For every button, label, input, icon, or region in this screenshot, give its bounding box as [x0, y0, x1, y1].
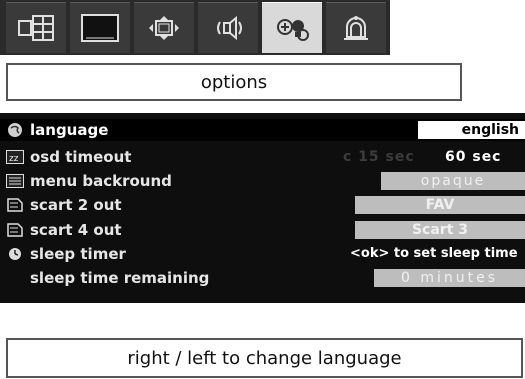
install-icon: [341, 13, 371, 43]
options-menu: language english zz osd timeout c 15 sec…: [0, 113, 525, 303]
globe-icon: [6, 121, 24, 139]
sleep-time-remaining-value: 0 minutes: [374, 269, 525, 287]
layout-icon: [18, 15, 54, 41]
osd-timeout-prev-value: c 15 sec: [343, 149, 415, 165]
screen-icon: [80, 13, 120, 43]
scart-2-out-value[interactable]: FAV: [355, 196, 525, 214]
osd-timeout-value[interactable]: 60 sec: [445, 148, 525, 166]
menu-item-language[interactable]: language english: [0, 119, 525, 141]
menu-item-sleep-timer[interactable]: sleep timer <ok> to set sleep time: [0, 243, 525, 265]
menu-item-label: sleep time remaining: [30, 269, 210, 287]
svg-text:zz: zz: [9, 154, 19, 164]
scart-4-out-value[interactable]: Scart 3: [355, 221, 525, 239]
options-icon: [273, 14, 311, 42]
tab-picture-adjust[interactable]: [134, 2, 194, 53]
help-hint: right / left to change language: [127, 347, 402, 369]
menu-item-label: language: [30, 121, 109, 139]
sound-icon: [212, 14, 244, 42]
tab-screen[interactable]: [70, 2, 130, 53]
tab-layout[interactable]: [6, 2, 66, 53]
scart-connector-icon: [6, 221, 24, 239]
menu-background-value[interactable]: opaque: [381, 172, 525, 190]
tab-options[interactable]: [262, 2, 322, 53]
page-title: options: [200, 71, 268, 93]
menu-item-label: osd timeout: [30, 148, 132, 166]
tab-install[interactable]: [326, 2, 386, 53]
menu-item-osd-timeout[interactable]: zz osd timeout c 15 sec 60 sec: [0, 146, 525, 168]
menu-item-label: menu backround: [30, 172, 172, 190]
menu-item-menu-background[interactable]: menu backround opaque: [0, 170, 525, 192]
clock-icon: [6, 245, 24, 263]
picture-adjust-icon: [147, 15, 181, 41]
menu-background-icon: [6, 172, 24, 190]
scart-connector-icon: [6, 196, 24, 214]
menu-item-label: sleep timer: [30, 245, 126, 263]
language-value[interactable]: english: [418, 121, 525, 139]
menu-item-scart-4-out[interactable]: scart 4 out Scart 3: [0, 219, 525, 241]
menu-item-scart-2-out[interactable]: scart 2 out FAV: [0, 194, 525, 216]
zz-timeout-icon: zz: [6, 148, 24, 166]
tab-bar: [0, 0, 525, 55]
tab-sound[interactable]: [198, 2, 258, 53]
sleep-timer-value[interactable]: <ok> to set sleep time: [350, 245, 525, 263]
menu-item-sleep-time-remaining: sleep time remaining 0 minutes: [0, 267, 525, 289]
help-hint-box: right / left to change language: [6, 338, 523, 378]
menu-item-label: scart 2 out: [30, 196, 122, 214]
menu-item-label: scart 4 out: [30, 221, 122, 239]
page-title-box: options: [6, 63, 462, 101]
